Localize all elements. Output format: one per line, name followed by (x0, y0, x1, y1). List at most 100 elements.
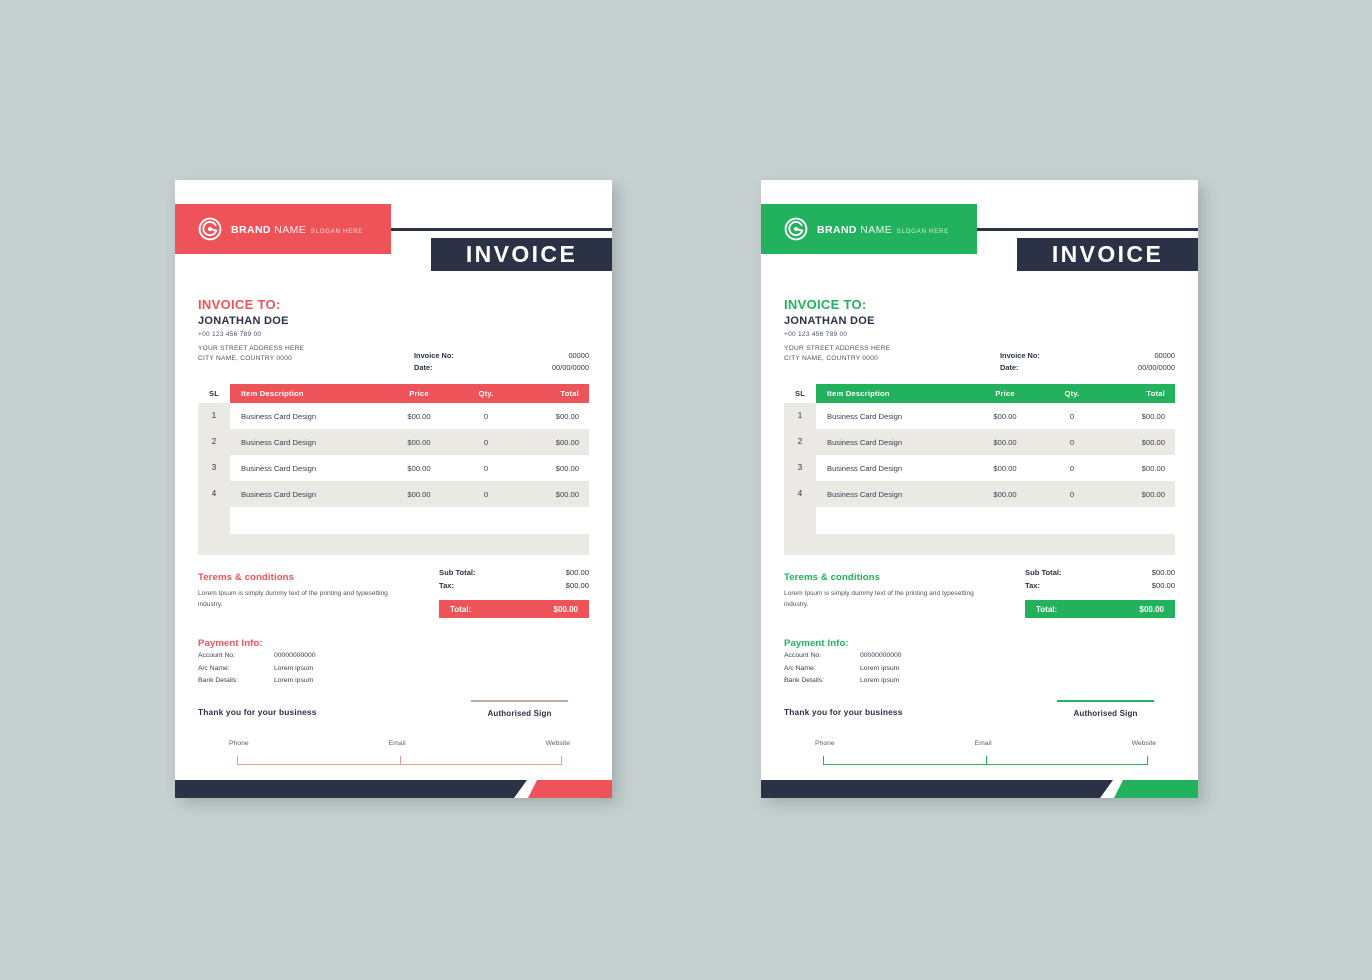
terms-body: Lorem Ipsum is simply dummy text of the … (784, 590, 974, 608)
cell-total: $00.00 (555, 437, 579, 447)
column-header-price: Price (995, 389, 1015, 398)
billing-section: INVOICE TO: JONATHAN DOE +00 123 456 789… (175, 297, 612, 375)
invoice-date-row: Date: 00/00/0000 (1000, 362, 1175, 373)
table-header-row: SL Item Description Price Qty. Total (784, 384, 1175, 403)
cell-description: Business Card Design (827, 411, 903, 421)
thanks-and-sign: Thank you for your business Authorised S… (198, 700, 589, 737)
signature-line (471, 700, 568, 702)
terms-body: Lorem Ipsum is simply dummy text of the … (198, 590, 388, 608)
invoice-number-label: Invoice No: (414, 351, 454, 361)
subtotal-row: Sub Total: $00.00 (1025, 566, 1175, 579)
subtotal-row: Sub Total: $00.00 (439, 566, 589, 579)
subtotal-label: Sub Total: (439, 568, 476, 577)
invoice-template-canvas: BRAND NAME SLOGAN HERE INVOICE INVOICE T… (0, 0, 1372, 980)
authorised-sign-block: Authorised Sign (1057, 700, 1154, 718)
brand-block: BRAND NAME SLOGAN HERE (175, 204, 391, 254)
invoice-date-label: Date: (414, 362, 433, 372)
table-header-fill: Item Description Price Qty. Total (230, 384, 589, 403)
grand-total-value: $00.00 (553, 604, 578, 614)
cell-description: Business Card Design (827, 489, 903, 499)
invoice-number-value: 00000 (1154, 351, 1175, 361)
brand-text: BRAND NAME SLOGAN HERE (231, 221, 363, 238)
payment-info-row: Bank Details: Lorem ipsum (198, 675, 589, 687)
table-row: 3 Business Card Design $00.00 0 $00.00 (784, 455, 1175, 481)
table-row: 2 Business Card Design $00.00 0 $00.00 (198, 429, 589, 455)
cell-total: $00.00 (1141, 463, 1165, 473)
table-row: 1 Business Card Design $00.00 0 $00.00 (198, 403, 589, 429)
contact-tick-email (399, 756, 401, 765)
payment-info-section: Payment Info: Account No: 00000000000 A/c … (198, 638, 589, 687)
terms-and-totals: Terems & conditions Lorem Ipsum is simpl… (784, 568, 1175, 632)
invoice-number-row: Invoice No: 00000 (1000, 350, 1175, 361)
table-filler-beige-row (198, 534, 589, 555)
table-row-cells: Business Card Design $00.00 0 $00.00 (230, 429, 589, 455)
cell-price: $00.00 (993, 411, 1017, 421)
cell-total: $00.00 (555, 411, 579, 421)
contact-tick-phone (823, 756, 824, 765)
table-filler-beige-row (784, 534, 1175, 555)
invoice-page-red: BRAND NAME SLOGAN HERE INVOICE INVOICE T… (175, 180, 612, 798)
footer-bar (761, 780, 1198, 798)
table-row-cells: Business Card Design $00.00 0 $00.00 (816, 403, 1175, 429)
invoice-page-green: BRAND NAME SLOGAN HERE INVOICE INVOICE T… (761, 180, 1198, 798)
column-header-total: Total (560, 389, 579, 398)
payment-key: Bank Details: (784, 677, 825, 685)
contact-rule (823, 756, 1148, 765)
cell-qty: 0 (1069, 489, 1075, 499)
invoice-number-value: 00000 (568, 351, 589, 361)
cell-qty: 0 (483, 463, 489, 473)
client-name: JONATHAN DOE (198, 315, 289, 327)
payment-info-row: Bank Details: Lorem ipsum (784, 675, 1175, 687)
table-row-cells: Business Card Design $00.00 0 $00.00 (816, 429, 1175, 455)
invoice-number-row: Invoice No: 00000 (414, 350, 589, 361)
table-filler-sl-spacer (198, 507, 230, 534)
subtotal-label: Sub Total: (1025, 568, 1062, 577)
contact-strip: Phone Email Website (815, 740, 1156, 766)
invoice-date-value: 00/00/0000 (552, 362, 589, 372)
totals-block: Sub Total: $00.00 Tax: $00.00 Total: $00… (1025, 566, 1175, 619)
contact-tick-website (1147, 756, 1148, 765)
table-filler-body (230, 507, 589, 534)
brand-block: BRAND NAME SLOGAN HERE (761, 204, 977, 254)
cell-price: $00.00 (407, 489, 431, 499)
brand-text: BRAND NAME SLOGAN HERE (817, 221, 949, 238)
table-row: 2 Business Card Design $00.00 0 $00.00 (784, 429, 1175, 455)
invoice-title-banner: INVOICE (431, 238, 612, 271)
totals-block: Sub Total: $00.00 Tax: $00.00 Total: $00… (439, 566, 589, 619)
invoice-date-label: Date: (1000, 362, 1019, 372)
contact-labels: Phone Email Website (229, 740, 570, 747)
page-title: INVOICE (1051, 241, 1164, 267)
table-row-cells: Business Card Design $00.00 0 $00.00 (230, 481, 589, 507)
cell-sl: 4 (198, 481, 230, 507)
payment-value: 00000000000 (274, 652, 316, 659)
invoice-date-row: Date: 00/00/0000 (414, 362, 589, 373)
contact-labels: Phone Email Website (815, 740, 1156, 747)
footer-dark-segment (175, 780, 527, 798)
payment-value: Lorem ipsum (860, 677, 900, 685)
contact-website-label: Website (545, 740, 570, 747)
cell-sl: 3 (198, 455, 230, 481)
invoice-to-label: INVOICE TO: (198, 297, 281, 312)
contact-tick-phone (237, 756, 238, 765)
header-divider-rule (391, 228, 612, 231)
invoice-number-label: Invoice No: (1000, 351, 1040, 361)
cell-description: Business Card Design (241, 411, 317, 421)
table-row: 3 Business Card Design $00.00 0 $00.00 (198, 455, 589, 481)
brand-name-light: NAME (274, 223, 307, 236)
tax-label: Tax: (1025, 581, 1041, 591)
cell-sl: 1 (198, 403, 230, 429)
contact-tick-email (985, 756, 987, 765)
invoice-header: BRAND NAME SLOGAN HERE INVOICE (175, 180, 612, 271)
column-header-sl: SL (208, 389, 220, 398)
payment-value: Lorem ipsum (860, 664, 900, 672)
footer-accent-segment (1114, 780, 1198, 798)
column-header-description: Item Description (827, 389, 890, 398)
cell-price: $00.00 (407, 437, 431, 447)
thanks-and-sign: Thank you for your business Authorised S… (784, 700, 1175, 737)
cell-price: $00.00 (993, 463, 1017, 473)
brand-slogan: SLOGAN HERE (310, 227, 364, 235)
payment-value: Lorem ipsum (274, 664, 314, 672)
client-phone: +00 123 456 789 00 (198, 331, 262, 338)
brand-name-bold: BRAND (817, 223, 857, 236)
payment-key: Bank Details: (198, 677, 239, 685)
